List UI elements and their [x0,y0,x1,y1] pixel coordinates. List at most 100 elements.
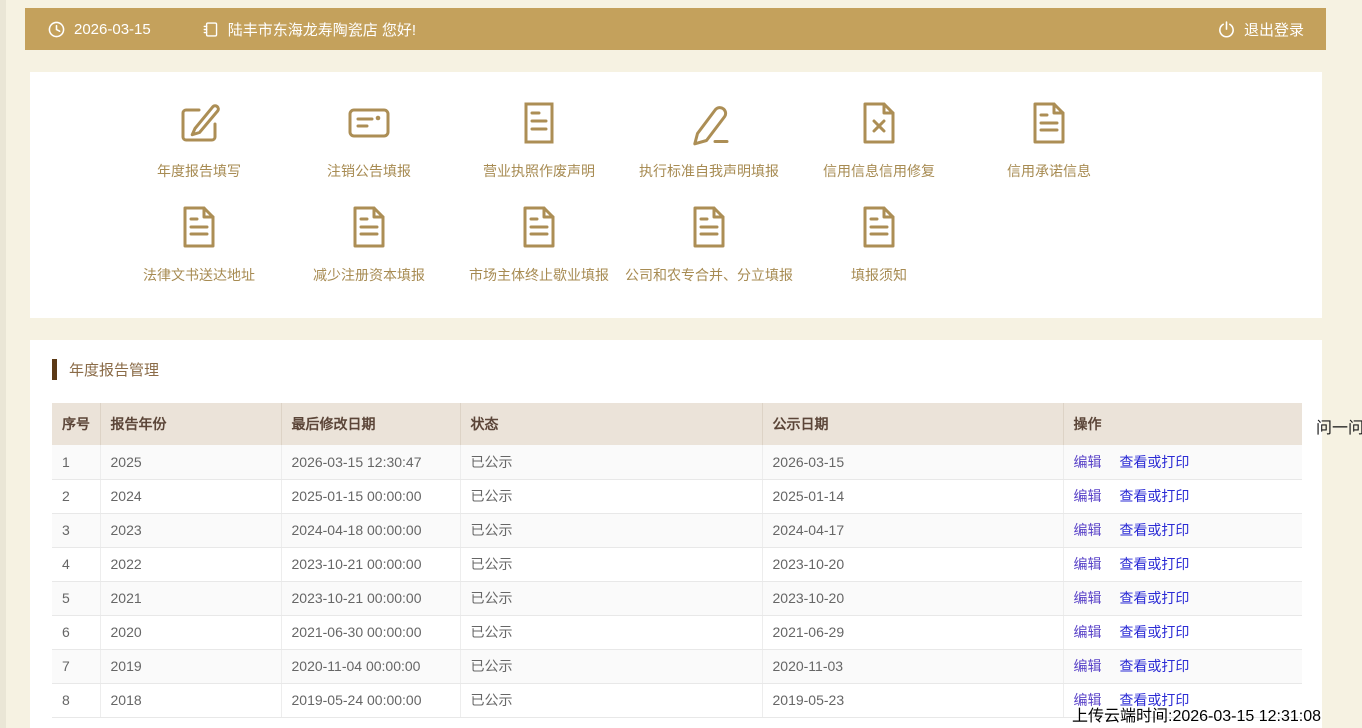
header-last-modified: 最后修改日期 [281,403,460,445]
action-label: 市场主体终止歇业填报 [469,265,609,285]
edit-square-icon [175,99,223,147]
cell-status: 已公示 [460,513,762,547]
action-credit-commitment[interactable]: 信用承诺信息 [964,99,1134,181]
edit-link[interactable]: 编辑 [1074,624,1102,640]
cell-year: 2025 [100,445,281,479]
cell-published: 2020-11-03 [762,649,1063,683]
cell-year: 2022 [100,547,281,581]
edit-link[interactable]: 编辑 [1074,488,1102,504]
quick-actions-card: 年度报告填写 注销公告填报 营业执照作废声明 执行标准自我声明填报 [30,72,1322,318]
cell-index: 7 [52,649,100,683]
quick-actions-row-2: 法律文书送达地址 减少注册资本填报 市场主体终止歇业填报 公司和农专合并、分立填… [114,203,1322,285]
action-reduce-registered-capital[interactable]: 减少注册资本填报 [284,203,454,285]
annual-report-card: 年度报告管理 序号 报告年份 最后修改日期 状态 公示日期 操作 1 2025 … [30,340,1322,728]
ask-question-widget[interactable]: 问一问 [1316,414,1362,438]
action-standard-self-declaration[interactable]: 执行标准自我声明填报 [624,99,794,181]
document-fold-lines-icon [345,203,393,251]
page-title: 年度报告管理 [69,359,159,380]
table-row: 6 2020 2021-06-30 00:00:00 已公示 2021-06-2… [52,615,1302,649]
cell-published: 2025-01-14 [762,479,1063,513]
document-fold-lines-icon [685,203,733,251]
view-or-print-link[interactable]: 查看或打印 [1119,658,1189,674]
cell-status: 已公示 [460,479,762,513]
cell-modified: 2025-01-15 00:00:00 [281,479,460,513]
document-lines-icon [515,99,563,147]
action-business-suspension[interactable]: 市场主体终止歇业填报 [454,203,624,285]
cell-published: 2019-05-23 [762,683,1063,717]
action-license-void-declaration[interactable]: 营业执照作废声明 [454,99,624,181]
header-status: 状态 [460,403,762,445]
view-or-print-link[interactable]: 查看或打印 [1119,488,1189,504]
edit-link[interactable]: 编辑 [1074,454,1102,470]
cell-index: 2 [52,479,100,513]
cell-status: 已公示 [460,547,762,581]
annual-report-table: 序号 报告年份 最后修改日期 状态 公示日期 操作 1 2025 2026-03… [52,403,1302,718]
edit-link[interactable]: 编辑 [1074,522,1102,538]
cell-published: 2024-04-17 [762,513,1063,547]
cell-modified: 2024-04-18 00:00:00 [281,513,460,547]
page-edge-strip [0,0,6,728]
cell-modified: 2023-10-21 00:00:00 [281,547,460,581]
cell-published: 2023-10-20 [762,547,1063,581]
cell-index: 5 [52,581,100,615]
action-label: 年度报告填写 [157,161,241,181]
cell-status: 已公示 [460,615,762,649]
logout-label: 退出登录 [1244,19,1304,40]
view-or-print-link[interactable]: 查看或打印 [1119,624,1189,640]
cell-index: 6 [52,615,100,649]
table-row: 5 2021 2023-10-21 00:00:00 已公示 2023-10-2… [52,581,1302,615]
view-or-print-link[interactable]: 查看或打印 [1119,556,1189,572]
cell-actions: 编辑 查看或打印 [1063,615,1302,649]
action-merger-division[interactable]: 公司和农专合并、分立填报 [624,203,794,285]
booklet-icon [201,20,220,39]
upload-time-watermark: 上传云端时间:2026-03-15 12:31:08 [1072,702,1321,726]
table-row: 3 2023 2024-04-18 00:00:00 已公示 2024-04-1… [52,513,1302,547]
cell-published: 2021-06-29 [762,615,1063,649]
view-or-print-link[interactable]: 查看或打印 [1119,522,1189,538]
action-legal-document-address[interactable]: 法律文书送达地址 [114,203,284,285]
cell-modified: 2020-11-04 00:00:00 [281,649,460,683]
edit-link[interactable]: 编辑 [1074,658,1102,674]
view-or-print-link[interactable]: 查看或打印 [1119,590,1189,606]
cell-year: 2021 [100,581,281,615]
cell-actions: 编辑 查看或打印 [1063,513,1302,547]
action-credit-repair[interactable]: 信用信息信用修复 [794,99,964,181]
section-title: 年度报告管理 [52,359,159,380]
action-label: 执行标准自我声明填报 [639,161,779,181]
table-row: 1 2025 2026-03-15 12:30:47 已公示 2026-03-1… [52,445,1302,479]
action-label: 法律文书送达地址 [143,265,255,285]
cell-index: 4 [52,547,100,581]
cell-year: 2024 [100,479,281,513]
topbar: 2026-03-15 陆丰市东海龙寿陶瓷店 您好! 退出登录 [25,8,1326,50]
logout-button[interactable]: 退出登录 [1217,19,1304,40]
header-actions: 操作 [1063,403,1302,445]
action-label: 公司和农专合并、分立填报 [625,265,793,285]
cell-year: 2019 [100,649,281,683]
cell-status: 已公示 [460,581,762,615]
action-cancellation-announcement[interactable]: 注销公告填报 [284,99,454,181]
cell-published: 2023-10-20 [762,581,1063,615]
company-greeting: 陆丰市东海龙寿陶瓷店 您好! [228,19,416,40]
edit-link[interactable]: 编辑 [1074,590,1102,606]
cell-year: 2018 [100,683,281,717]
table-row: 4 2022 2023-10-21 00:00:00 已公示 2023-10-2… [52,547,1302,581]
cell-actions: 编辑 查看或打印 [1063,547,1302,581]
cell-published: 2026-03-15 [762,445,1063,479]
edit-link[interactable]: 编辑 [1074,556,1102,572]
document-fold-lines-icon [515,203,563,251]
clock-icon [47,20,66,39]
action-label: 减少注册资本填报 [313,265,425,285]
document-fold-lines-icon [175,203,223,251]
cell-year: 2020 [100,615,281,649]
cell-status: 已公示 [460,683,762,717]
current-date: 2026-03-15 [74,21,151,38]
view-or-print-link[interactable]: 查看或打印 [1119,454,1189,470]
cell-year: 2023 [100,513,281,547]
header-index: 序号 [52,403,100,445]
table-row: 2 2024 2025-01-15 00:00:00 已公示 2025-01-1… [52,479,1302,513]
power-icon [1217,20,1236,39]
cell-status: 已公示 [460,649,762,683]
action-annual-report-fill[interactable]: 年度报告填写 [114,99,284,181]
action-label: 信用承诺信息 [1007,161,1091,181]
action-filing-instructions[interactable]: 填报须知 [794,203,964,285]
